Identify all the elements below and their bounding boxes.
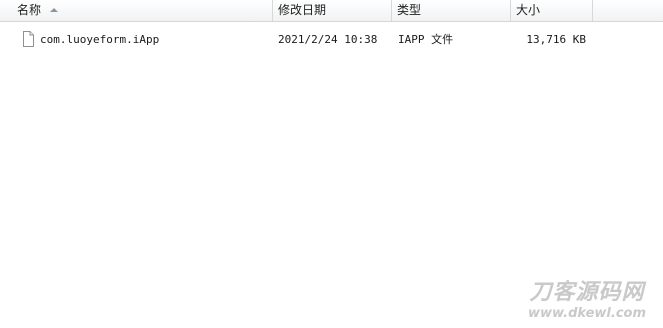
generic-file-icon — [23, 31, 34, 47]
column-header-name[interactable]: 名称 — [12, 0, 273, 21]
watermark-title: 刀客源码网 — [529, 280, 645, 305]
column-header-modified[interactable]: 修改日期 — [273, 0, 392, 21]
file-explorer-list: 名称 修改日期 类型 大小 com.luoyeform.iApp 2021/2/… — [0, 0, 663, 328]
file-size: 13,716 KB — [526, 33, 586, 46]
column-header-name-label: 名称 — [17, 3, 42, 17]
column-header-filler — [593, 0, 663, 21]
watermark: 刀客源码网 www.dkewl.com — [517, 280, 657, 324]
column-header-size-label: 大小 — [516, 3, 541, 17]
file-name: com.luoyeform.iApp — [40, 33, 160, 46]
column-header-modified-label: 修改日期 — [278, 3, 327, 17]
file-name-cell[interactable]: com.luoyeform.iApp — [20, 29, 270, 50]
file-modified: 2021/2/24 10:38 — [278, 33, 378, 46]
sort-ascending-icon — [50, 8, 59, 12]
file-row[interactable]: com.luoyeform.iApp 2021/2/24 10:38 IAPP … — [12, 29, 663, 50]
column-header-type-label: 类型 — [397, 3, 422, 17]
column-header-size[interactable]: 大小 — [511, 0, 593, 21]
watermark-url: www.dkewl.com — [527, 306, 647, 321]
column-header-row: 名称 修改日期 类型 大小 — [0, 0, 663, 22]
file-type: IAPP 文件 — [398, 33, 454, 46]
column-header-type[interactable]: 类型 — [392, 0, 511, 21]
